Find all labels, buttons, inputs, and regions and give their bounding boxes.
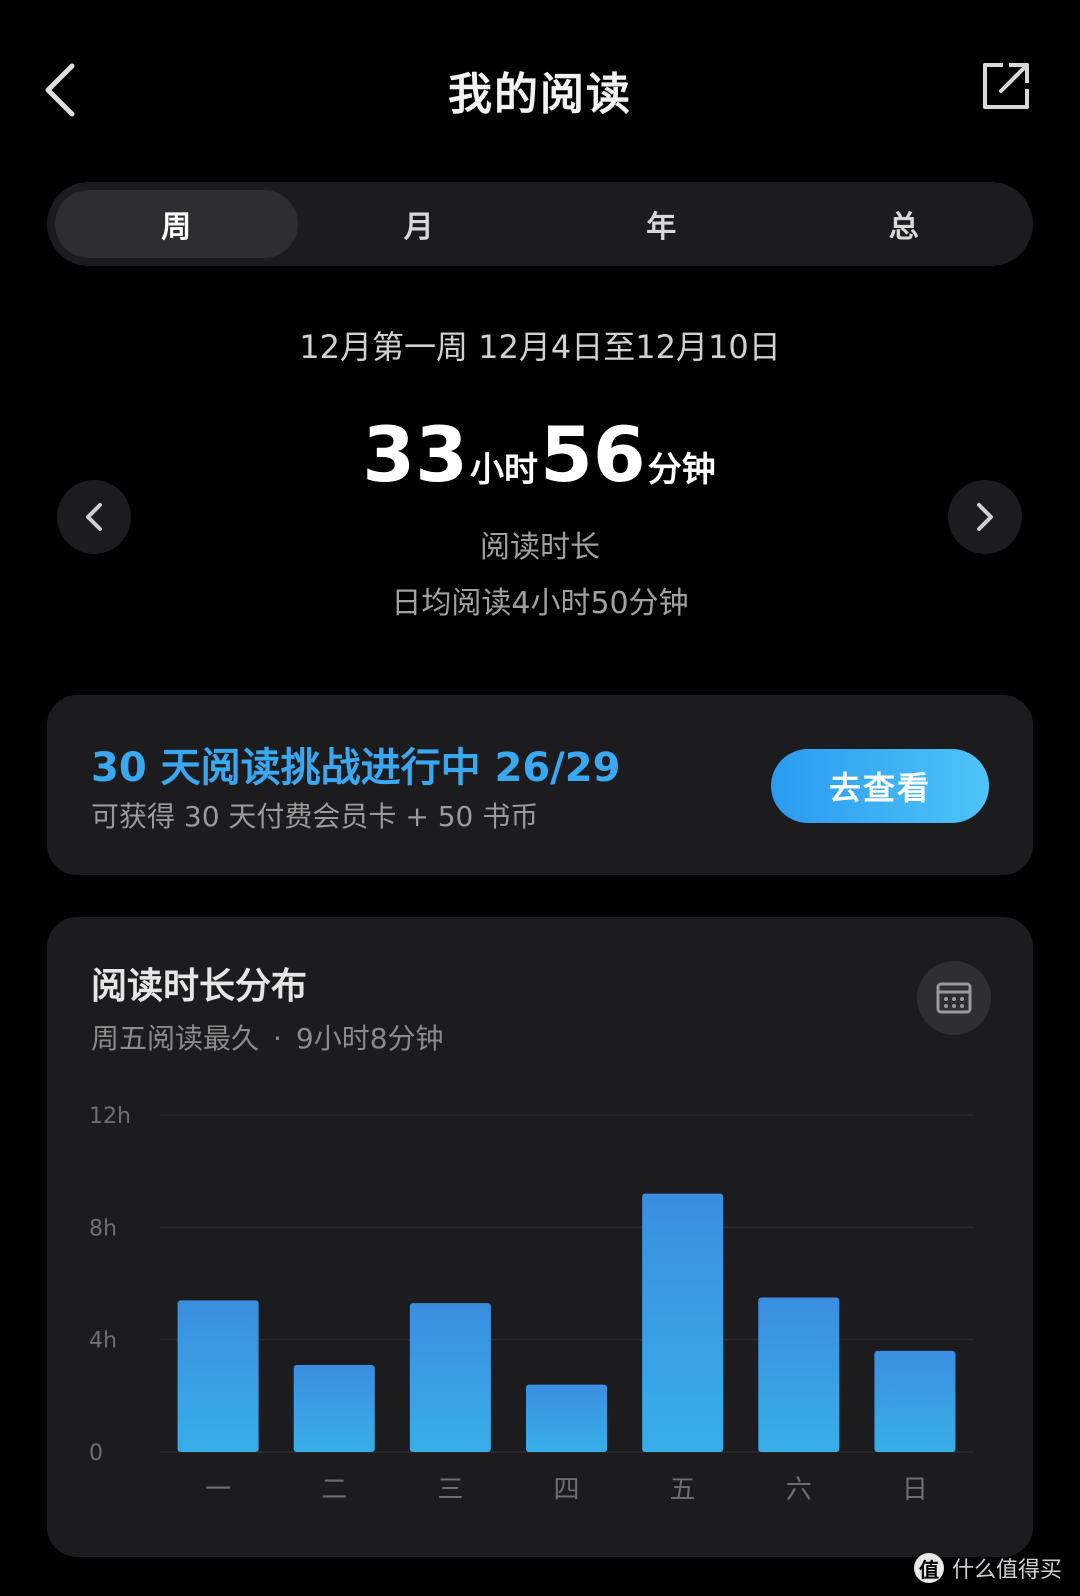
x-tick-label: 五 xyxy=(670,1475,696,1505)
bar-3[interactable] xyxy=(526,1384,607,1452)
reading-distribution-card: 阅读时长分布 周五阅读最久 · 9小时8分钟 0 4h 8h 12h 一二三四五六日 xyxy=(47,917,1033,1557)
y-tick-label: 8h xyxy=(89,1216,117,1241)
header: 我的阅读 xyxy=(0,0,1080,180)
y-tick-label: 12h xyxy=(89,1104,131,1129)
x-tick-label: 四 xyxy=(553,1475,579,1505)
bar-2[interactable] xyxy=(409,1303,491,1452)
bar-0[interactable] xyxy=(177,1300,259,1452)
reading-duration-label: 阅读时长 xyxy=(480,530,600,565)
bar-5[interactable] xyxy=(758,1297,840,1452)
x-tick-label: 日 xyxy=(902,1475,928,1505)
challenge-reward: 可获得 30 天付费会员卡 + 50 书币 xyxy=(91,800,539,833)
tab-month[interactable]: 月 xyxy=(298,190,541,258)
bar-1[interactable] xyxy=(293,1364,375,1452)
watermark-logo: 值 xyxy=(913,1553,944,1583)
week-range: 12月第一周 12月4日至12月10日 xyxy=(299,328,781,366)
x-tick-label: 三 xyxy=(437,1475,463,1505)
x-tick-label: 一 xyxy=(205,1475,231,1505)
share-button[interactable] xyxy=(978,58,1034,114)
daily-average: 日均阅读4小时50分钟 xyxy=(391,586,689,621)
page-title: 我的阅读 xyxy=(448,69,632,120)
x-tick-label: 六 xyxy=(786,1475,812,1505)
watermark-text: 什么值得买 xyxy=(951,1558,1062,1583)
view-challenge-button[interactable]: 去查看 xyxy=(771,749,989,823)
tab-week[interactable]: 周 xyxy=(55,190,298,258)
reading-challenge-card[interactable]: 30 天阅读挑战进行中 26/29 可获得 30 天付费会员卡 + 50 书币 … xyxy=(47,695,1033,875)
reading-stats-screen: 我的阅读 周 月 年 总 12月第一周 12月4日至12月10日 33小时56分… xyxy=(0,0,1080,1596)
total-reading-time: 33小时56分钟 xyxy=(0,410,1080,499)
hours-unit: 小时 xyxy=(470,450,538,490)
challenge-title: 30 天阅读挑战进行中 26/29 xyxy=(91,745,621,791)
tab-year[interactable]: 年 xyxy=(540,190,783,258)
y-tick-label: 0 xyxy=(89,1441,103,1466)
share-external-icon xyxy=(983,63,1029,109)
minutes-unit: 分钟 xyxy=(647,450,716,490)
bar-4[interactable] xyxy=(642,1193,724,1452)
total-minutes: 56 xyxy=(540,410,646,499)
period-tabs: 周 月 年 总 xyxy=(47,182,1033,266)
total-hours: 33 xyxy=(362,410,468,499)
reading-distribution-chart: 0 4h 8h 12h 一 二 三 四 五 六 日 xyxy=(89,1104,973,1505)
bar-6[interactable] xyxy=(874,1350,956,1452)
watermark: 值 什么值得买 xyxy=(913,1552,1062,1584)
x-tick-label: 二 xyxy=(321,1475,347,1505)
tab-total[interactable]: 总 xyxy=(783,190,1026,258)
y-tick-label: 4h xyxy=(89,1329,117,1354)
